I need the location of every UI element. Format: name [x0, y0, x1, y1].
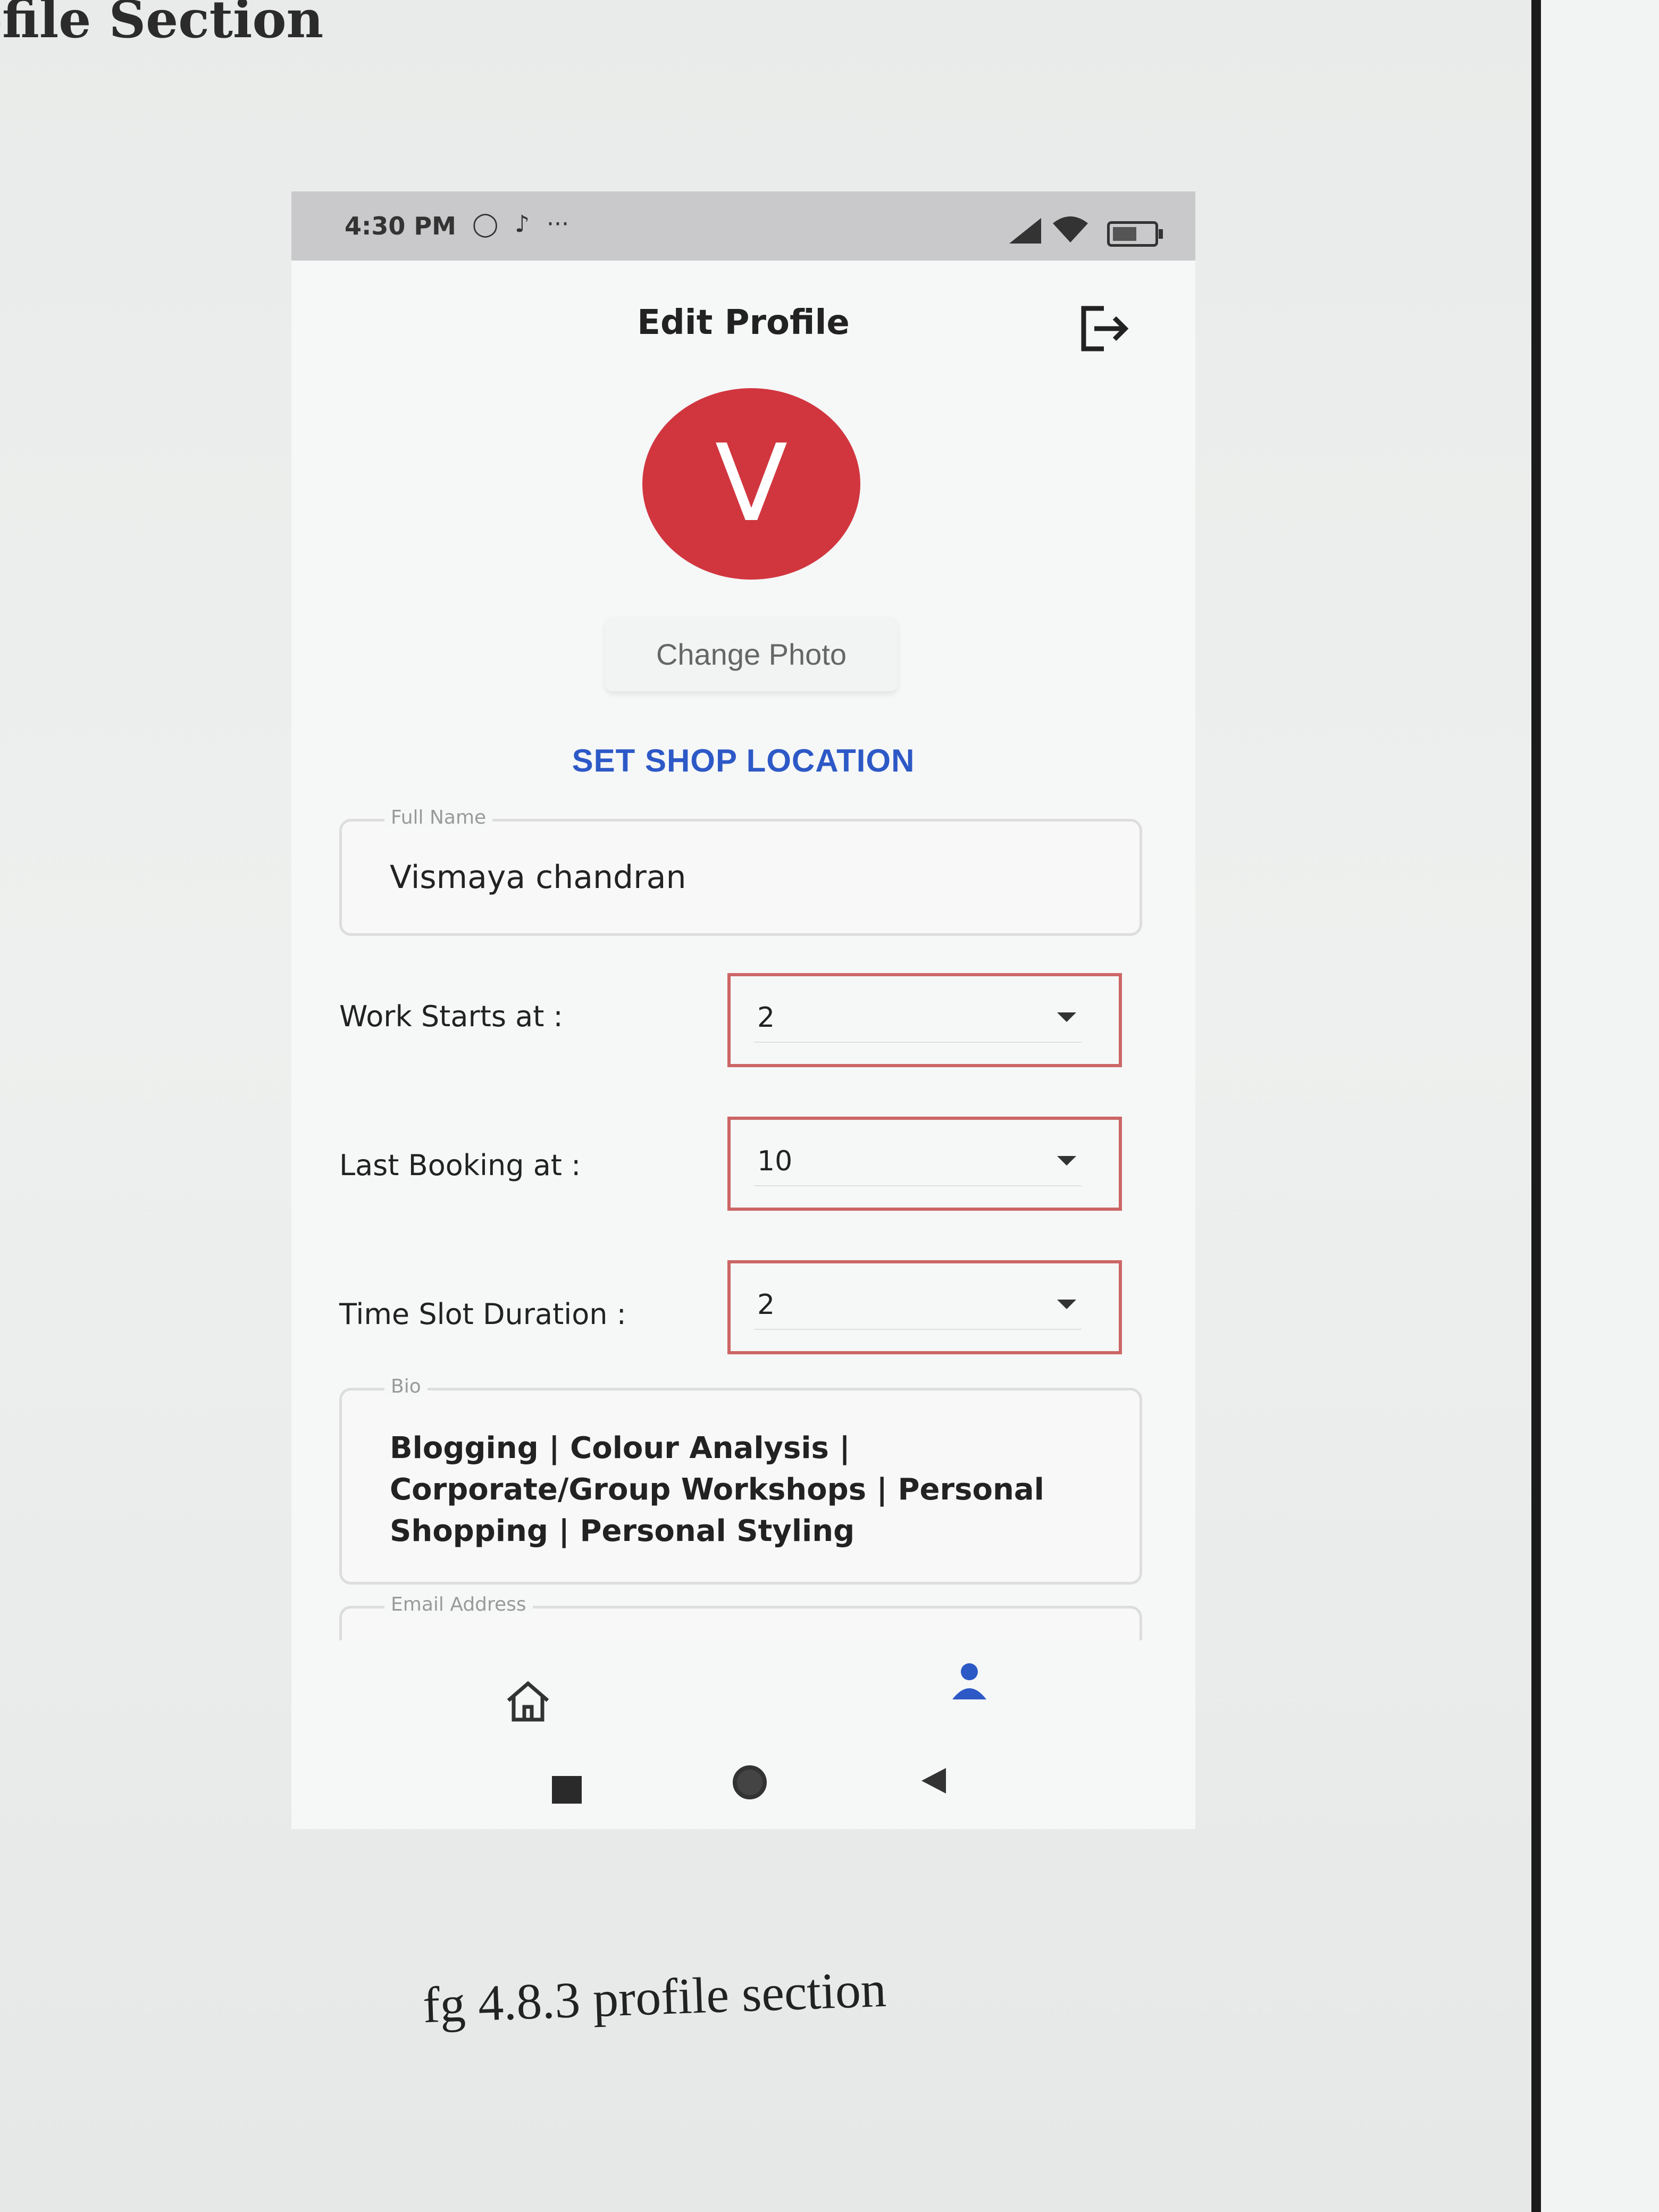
slot-duration-select[interactable]: 2 [727, 1260, 1122, 1354]
chevron-down-icon [1057, 1156, 1076, 1166]
select-underline [754, 1329, 1082, 1330]
battery-level [1113, 227, 1136, 241]
bio-legend: Bio [384, 1376, 428, 1397]
phone-screenshot: 4:30 PM ◯ ♪ ··· Edit Profile V Change Ph… [291, 191, 1195, 1829]
whatsapp-icon: ◯ [472, 211, 499, 238]
email-field[interactable]: Email Address [339, 1594, 1142, 1640]
bio-field[interactable]: Bio Blogging | Colour Analysis | Corpora… [339, 1376, 1142, 1585]
full-name-field[interactable]: Full Name Vismaya chandran [339, 807, 1142, 936]
full-name-value: Vismaya chandran [390, 859, 686, 896]
home-circle-icon[interactable] [733, 1765, 767, 1799]
last-booking-value: 10 [757, 1145, 793, 1177]
tiktok-icon: ♪ [515, 211, 530, 238]
work-starts-value: 2 [757, 1002, 775, 1034]
slot-duration-label: Time Slot Duration : [339, 1297, 626, 1331]
signal-icon [1009, 218, 1041, 244]
figure-caption: fg 4.8.3 profile section [422, 1960, 887, 2034]
logout-icon[interactable] [1077, 302, 1130, 355]
home-icon[interactable] [504, 1680, 552, 1723]
wifi-icon [1053, 216, 1088, 242]
battery-icon [1107, 221, 1163, 247]
last-booking-select[interactable]: 10 [727, 1117, 1122, 1211]
chevron-down-icon [1057, 1012, 1076, 1022]
back-icon[interactable] [921, 1768, 946, 1794]
select-underline [754, 1042, 1082, 1043]
last-booking-label: Last Booking at : [339, 1149, 581, 1182]
document-heading: ofile Section [0, 0, 324, 49]
page-edge [1531, 0, 1541, 2212]
page-margin [1541, 0, 1659, 2212]
slot-duration-value: 2 [757, 1289, 775, 1321]
full-name-legend: Full Name [384, 807, 493, 828]
status-time: 4:30 PM [345, 212, 456, 240]
set-shop-location-button[interactable]: SET SHOP LOCATION [291, 742, 1195, 780]
chevron-down-icon [1057, 1300, 1076, 1309]
select-underline [754, 1185, 1082, 1186]
avatar[interactable]: V [642, 388, 860, 580]
recent-apps-icon[interactable] [552, 1776, 582, 1804]
email-legend: Email Address [384, 1594, 533, 1615]
more-dots-icon: ··· [547, 211, 569, 238]
profile-icon[interactable] [948, 1659, 991, 1702]
work-starts-select[interactable]: 2 [727, 973, 1122, 1067]
change-photo-button[interactable]: Change Photo [605, 617, 898, 691]
status-bar: 4:30 PM ◯ ♪ ··· [291, 191, 1195, 261]
work-starts-label: Work Starts at : [339, 1000, 563, 1033]
bio-value: Blogging | Colour Analysis | Corporate/G… [390, 1431, 1044, 1548]
page-title: Edit Profile [637, 303, 850, 342]
